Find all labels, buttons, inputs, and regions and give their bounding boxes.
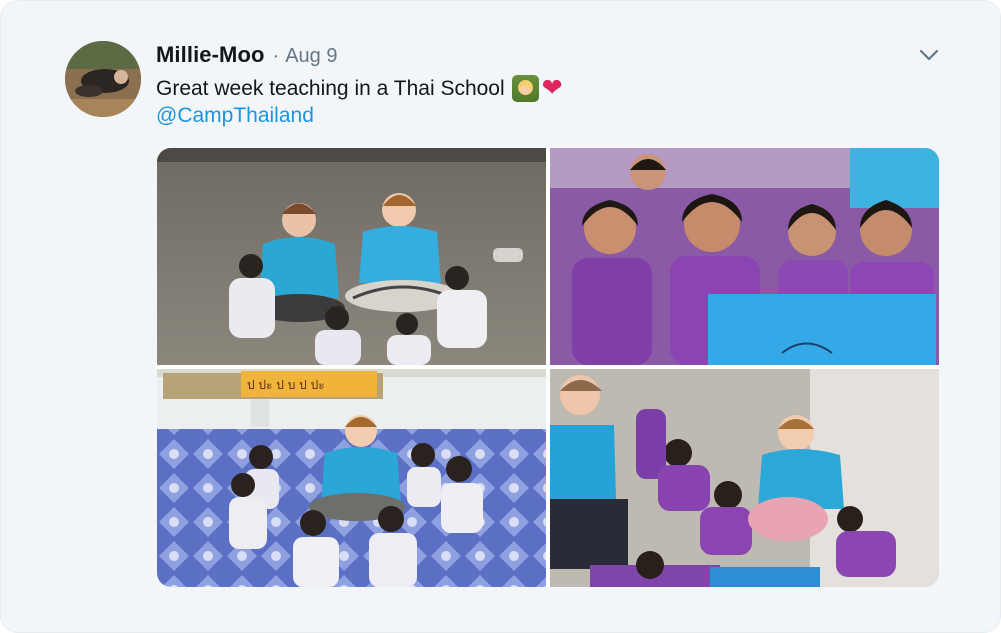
teacher-emoji-icon	[511, 75, 539, 102]
tweet-date[interactable]: Aug 9	[285, 45, 337, 68]
tweet-text-body: Great week teaching in a Thai School	[156, 76, 505, 100]
photo-3[interactable]: ป ปะ ป บ ป ปะ	[157, 369, 546, 587]
classroom-sign-text: ป ปะ ป บ ป ปะ	[247, 378, 325, 392]
tweet-card[interactable]: Millie-Moo · Aug 9 Great week teaching i…	[0, 0, 1001, 633]
separator-dot: ·	[272, 45, 280, 67]
media-grid: ป ปะ ป บ ป ปะ	[157, 148, 939, 587]
tweet-header: Millie-Moo · Aug 9	[156, 42, 337, 70]
tweet-text: Great week teaching in a Thai School ❤	[156, 75, 563, 102]
photo-4[interactable]	[550, 369, 939, 587]
mention-link[interactable]: @CampThailand	[156, 104, 314, 128]
author-name[interactable]: Millie-Moo	[156, 42, 265, 68]
chevron-down-icon[interactable]	[918, 45, 940, 65]
red-heart-icon: ❤	[541, 74, 563, 102]
author-avatar[interactable]	[65, 41, 141, 117]
photo-2[interactable]	[550, 148, 939, 365]
photo-1[interactable]	[157, 148, 546, 365]
